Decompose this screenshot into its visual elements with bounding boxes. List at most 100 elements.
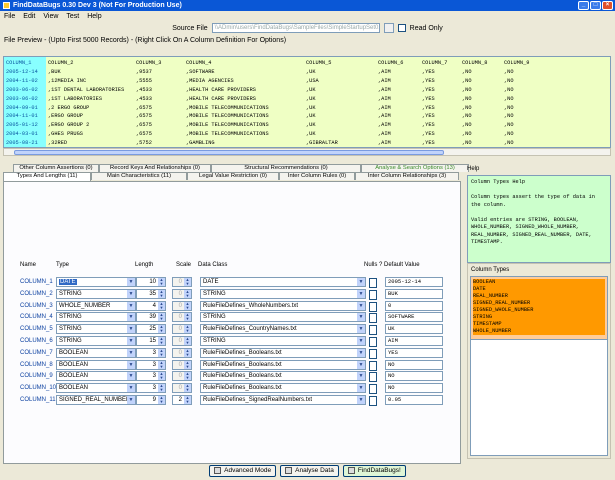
chevron-down-icon[interactable]: ▼ [357, 337, 365, 345]
nulls-checkbox[interactable] [369, 337, 377, 347]
read-only-checkbox[interactable] [397, 24, 406, 32]
chevron-down-icon[interactable]: ▼ [127, 337, 135, 345]
data-class-select[interactable]: DATE ▼ [200, 277, 366, 287]
chevron-down-icon[interactable]: ▼ [127, 289, 135, 298]
data-class-select[interactable]: RuleFileDefines_CountryNames.txt ▼ [200, 324, 366, 335]
tab-main-characteristics[interactable]: Main Characteristics (11) [91, 172, 187, 180]
chevron-down-icon[interactable]: ▼ [127, 372, 135, 381]
nulls-checkbox[interactable] [369, 278, 377, 288]
tab-legal-value-restriction[interactable]: Legal Value Restriction (0) [187, 172, 279, 180]
chevron-down-icon[interactable]: ▼ [357, 325, 365, 334]
default-value-input[interactable]: YES [385, 347, 443, 358]
length-spinner[interactable]: 3 ▲ ▼ [136, 359, 166, 370]
chevron-down-icon[interactable]: ▼ [127, 360, 135, 369]
default-value-input[interactable]: UK [385, 324, 443, 335]
spinner-arrows-icon[interactable]: ▲ ▼ [158, 313, 165, 322]
tab-inter-column-rules[interactable]: Inter Column Rules (0) [279, 172, 355, 180]
chevron-down-icon[interactable]: ▼ [127, 384, 135, 393]
spinner-arrows-icon[interactable]: ▲ ▼ [184, 348, 191, 357]
maximize-button[interactable]: □ [590, 1, 601, 10]
spinner-arrows-icon[interactable]: ▲ ▼ [158, 348, 165, 357]
tab-analyse-search-options[interactable]: Analyse & Search Options (13) [361, 164, 469, 172]
type-select[interactable]: BOOLEAN ▼ [56, 383, 136, 394]
minimize-button[interactable]: _ [578, 1, 589, 10]
data-class-select[interactable]: RuleFileDefines_SignedRealNumbers.txt ▼ [200, 395, 366, 405]
scale-spinner[interactable]: 0 ▲ ▼ [172, 324, 192, 335]
type-select[interactable]: STRING ▼ [56, 312, 136, 323]
spinner-arrows-icon[interactable]: ▲ ▼ [184, 278, 191, 286]
menu-help[interactable]: Help [87, 13, 101, 20]
column-type-item[interactable]: BOOLEAN [473, 279, 605, 286]
default-value-input[interactable]: 2005-12-14 [385, 277, 443, 287]
data-class-select[interactable]: RuleFileDefines_WholeNumbers.txt ▼ [200, 300, 366, 311]
column-type-item[interactable]: SIGNED_WHOLE_NUMBER [473, 307, 605, 314]
type-select[interactable]: WHOLE_NUMBER ▼ [56, 300, 136, 311]
chevron-down-icon[interactable]: ▼ [127, 313, 135, 322]
nulls-checkbox[interactable] [369, 325, 377, 336]
column-type-item[interactable]: SIGNED_REAL_NUMBER [473, 300, 605, 307]
chevron-down-icon[interactable]: ▼ [357, 384, 365, 393]
spinner-arrows-icon[interactable]: ▲ ▼ [184, 325, 191, 334]
data-class-select[interactable]: STRING ▼ [200, 312, 366, 323]
length-spinner[interactable]: 39 ▲ ▼ [136, 312, 166, 323]
nulls-checkbox[interactable] [369, 384, 377, 395]
spinner-arrows-icon[interactable]: ▲ ▼ [184, 396, 191, 404]
spinner-arrows-icon[interactable]: ▲ ▼ [184, 337, 191, 345]
default-value-input[interactable]: SOFTWARE [385, 312, 443, 323]
spinner-arrows-icon[interactable]: ▲ ▼ [158, 384, 165, 393]
length-spinner[interactable]: 25 ▲ ▼ [136, 324, 166, 335]
default-value-input[interactable]: NO [385, 359, 443, 370]
tab-record-keys[interactable]: Record Keys And Relationships (0) [99, 164, 211, 172]
type-select[interactable]: DATE ▼ [56, 277, 136, 287]
tab-types-and-lengths[interactable]: Types And Lengths (11) [3, 172, 91, 181]
chevron-down-icon[interactable]: ▼ [357, 278, 365, 286]
length-spinner[interactable]: 35 ▲ ▼ [136, 288, 166, 299]
nulls-checkbox[interactable] [369, 301, 377, 312]
column-type-item[interactable]: DATE [473, 286, 605, 293]
scale-spinner[interactable]: 0 ▲ ▼ [172, 383, 192, 394]
column-type-item[interactable]: REAL_NUMBER [473, 293, 605, 300]
length-spinner[interactable]: 15 ▲ ▼ [136, 336, 166, 346]
length-spinner[interactable]: 9 ▲ ▼ [136, 395, 166, 405]
scale-spinner[interactable]: 0 ▲ ▼ [172, 359, 192, 370]
file-preview[interactable]: COLUMN_1 COLUMN_2 COLUMN_3 COLUMN_4 COLUMN_5… [3, 56, 611, 148]
chevron-down-icon[interactable]: ▼ [127, 301, 135, 310]
length-spinner[interactable]: 3 ▲ ▼ [136, 347, 166, 358]
default-value-input[interactable]: 0 [385, 300, 443, 311]
spinner-arrows-icon[interactable]: ▲ ▼ [158, 396, 165, 404]
menu-test[interactable]: Test [66, 13, 79, 20]
default-value-input[interactable]: NO [385, 383, 443, 394]
column-types-list[interactable]: BOOLEAN DATE REAL_NUMBER SIGNED_REAL_NUMBER… [470, 276, 608, 340]
close-button[interactable]: × [602, 1, 613, 10]
type-select[interactable]: STRING ▼ [56, 336, 136, 346]
tab-structural-recommendations[interactable]: Structural Recommendations (0) [211, 164, 361, 172]
find-data-bugs-button[interactable]: FindDataBugs! [342, 464, 406, 477]
nulls-checkbox[interactable] [369, 348, 377, 359]
column-type-item[interactable]: STRING [473, 314, 605, 321]
type-select[interactable]: STRING ▼ [56, 288, 136, 299]
scroll-thumb[interactable] [14, 150, 444, 155]
tab-inter-column-relationships[interactable]: Inter Column Relationships (3) [355, 172, 459, 180]
scale-spinner[interactable]: 0 ▲ ▼ [172, 312, 192, 323]
analyse-data-button[interactable]: Analyse Data [280, 464, 339, 477]
nulls-checkbox[interactable] [369, 289, 377, 300]
spinner-arrows-icon[interactable]: ▲ ▼ [158, 337, 165, 345]
spinner-arrows-icon[interactable]: ▲ ▼ [184, 360, 191, 369]
chevron-down-icon[interactable]: ▼ [357, 289, 365, 298]
data-class-select[interactable]: RuleFileDefines_Booleans.txt ▼ [200, 383, 366, 394]
spinner-arrows-icon[interactable]: ▲ ▼ [158, 360, 165, 369]
spinner-arrows-icon[interactable]: ▲ ▼ [184, 313, 191, 322]
data-class-select[interactable]: STRING ▼ [200, 336, 366, 346]
menu-file[interactable]: File [4, 13, 15, 20]
chevron-down-icon[interactable]: ▼ [357, 372, 365, 381]
nulls-checkbox[interactable] [369, 313, 377, 324]
data-class-select[interactable]: RuleFileDefines_Booleans.txt ▼ [200, 371, 366, 382]
menu-view[interactable]: View [43, 13, 58, 20]
chevron-down-icon[interactable]: ▼ [127, 325, 135, 334]
chevron-down-icon[interactable]: ▼ [127, 278, 135, 286]
chevron-down-icon[interactable]: ▼ [127, 348, 135, 357]
scale-spinner[interactable]: 0 ▲ ▼ [172, 336, 192, 346]
type-select[interactable]: BOOLEAN ▼ [56, 371, 136, 382]
advanced-mode-button[interactable]: Advanced Mode [209, 464, 277, 477]
scale-spinner[interactable]: 0 ▲ ▼ [172, 347, 192, 358]
